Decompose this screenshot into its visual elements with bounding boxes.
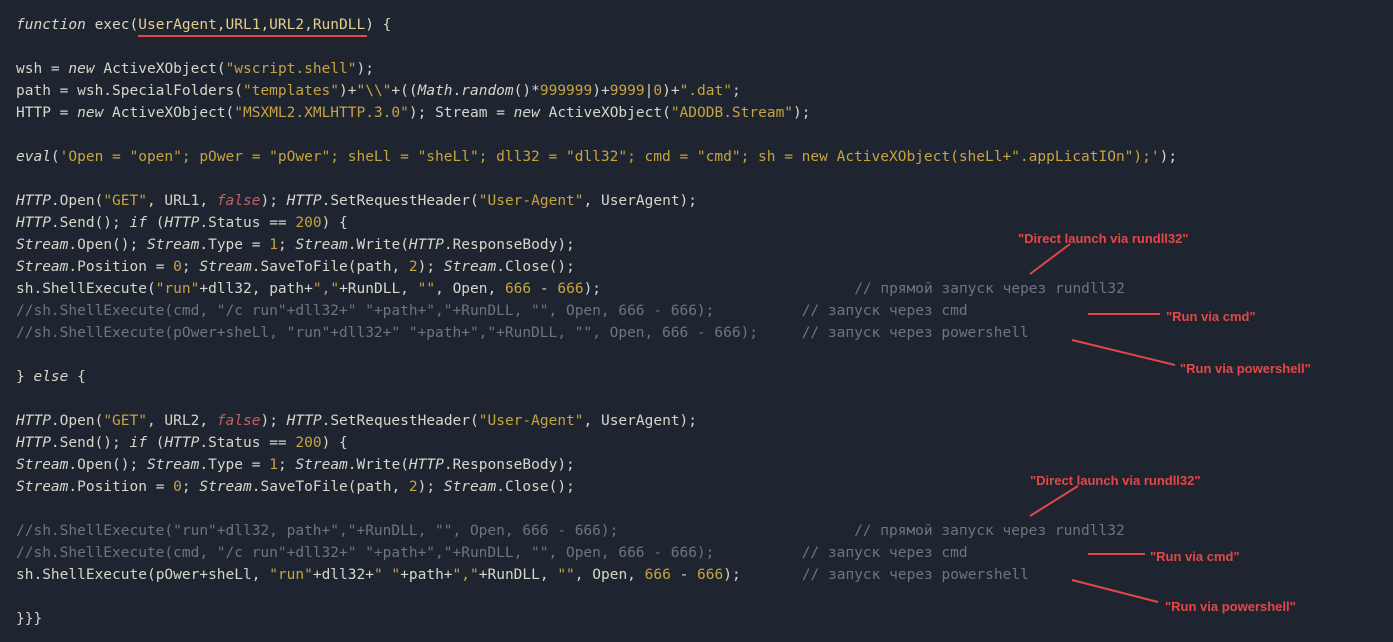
comment-cmd-2: // запуск через cmd [802,545,968,561]
comment-rundll32-2: // прямой запуск через rundll32 [854,523,1125,539]
comment-powershell-1: // запуск через powershell [802,325,1029,341]
code-block: function exec(UserAgent,URL1,URL2,RunDLL… [0,0,1393,642]
comment-powershell-2: // запуск через powershell [802,567,1029,583]
params: UserAgent,URL1,URL2,RunDLL [138,17,365,33]
param-list-underline: UserAgent,URL1,URL2,RunDLL [138,14,365,36]
fn-name: exec [95,17,130,33]
keyword-function: function [16,17,86,33]
comment-cmd-1: // запуск через cmd [802,303,968,319]
comment-rundll32-1: // прямой запуск через rundll32 [854,281,1125,297]
